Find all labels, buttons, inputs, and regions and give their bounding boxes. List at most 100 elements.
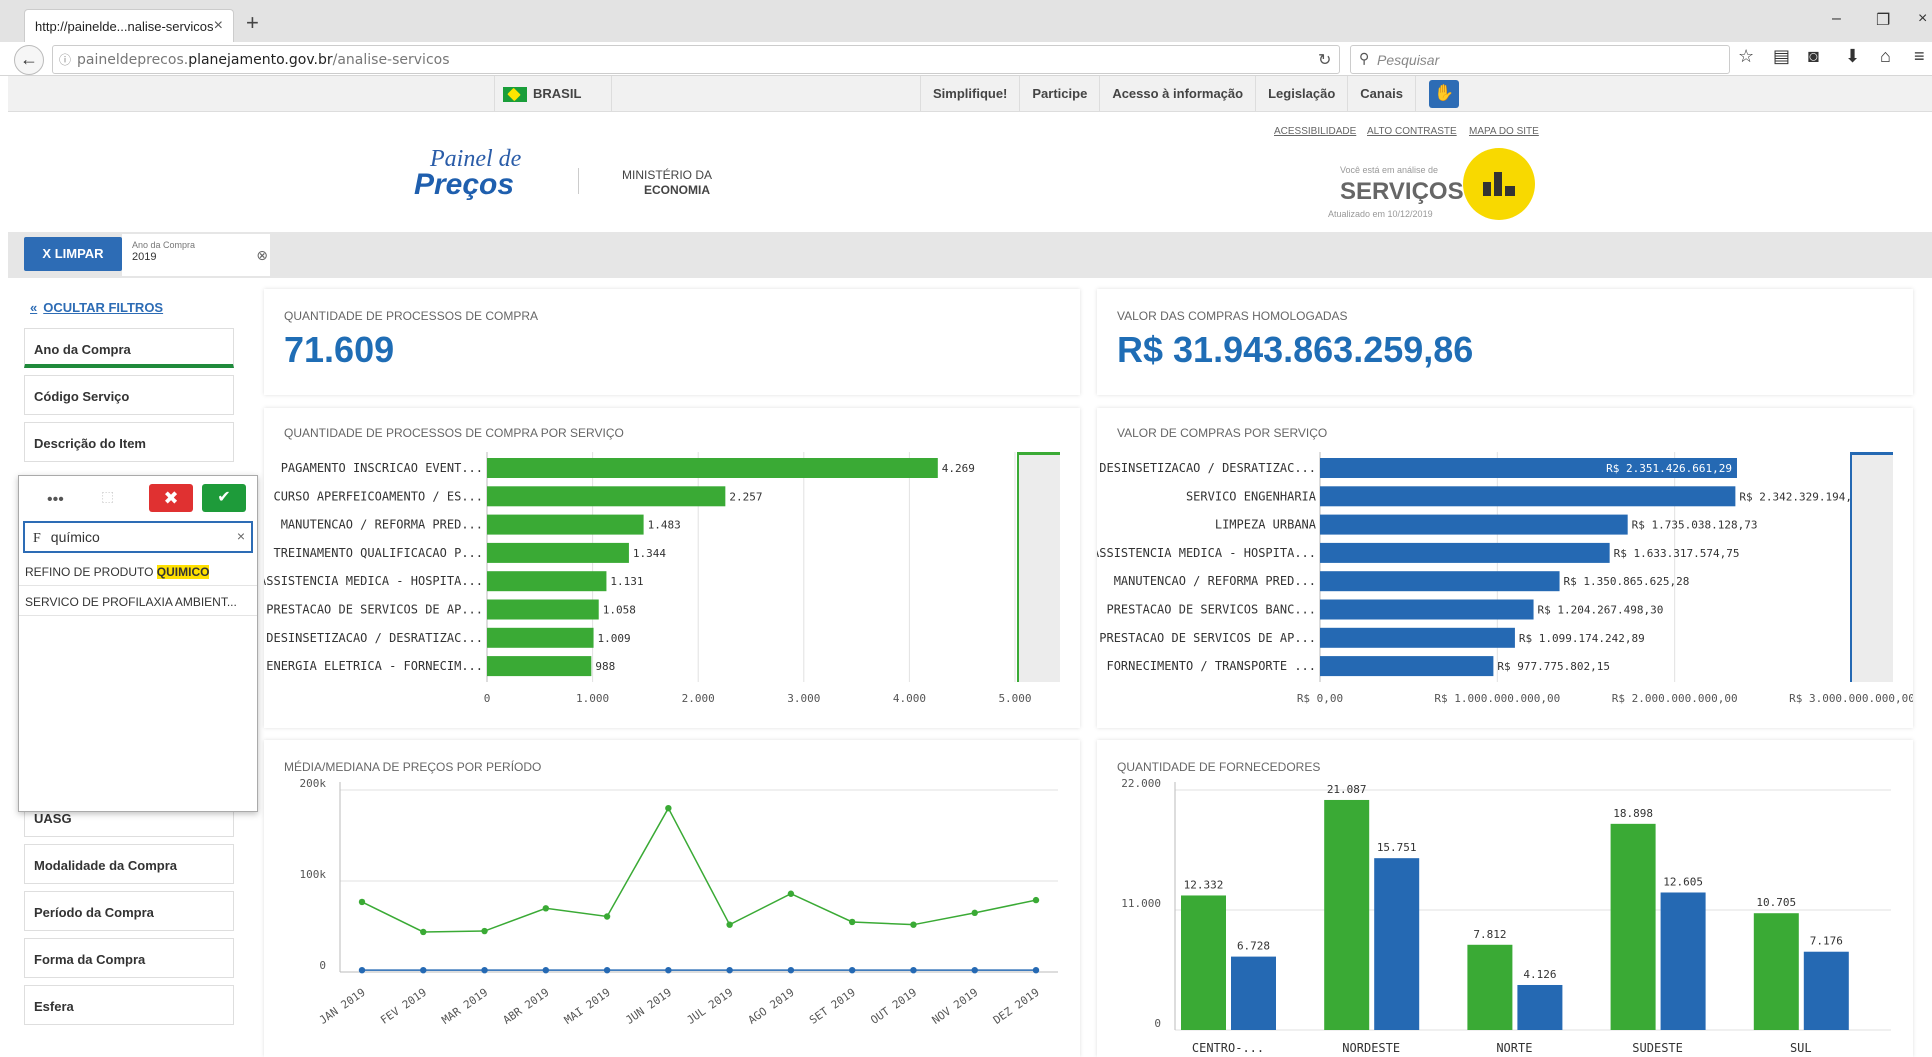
close-tab-icon[interactable]: × (214, 17, 223, 35)
category-label: MANUTENCAO / REFORMA PRED... (1114, 574, 1316, 588)
series-line (361, 806, 1037, 933)
list-item-text: REFINO DE PRODUTO (25, 565, 157, 579)
data-point (420, 966, 427, 974)
x-tick-label: CENTRO-... (1192, 1041, 1264, 1055)
filter-periodo[interactable]: Período da Compra (24, 891, 234, 931)
high-contrast-link[interactable]: ALTO CONTRASTE (1367, 126, 1457, 137)
brasil-link[interactable]: BRASIL (494, 76, 612, 112)
bar (487, 458, 938, 478)
sitemap-link[interactable]: MAPA DO SITE (1469, 126, 1539, 137)
gov-link-canais[interactable]: Canais (1347, 76, 1416, 112)
x-tick-label: ABR 2019 (501, 986, 552, 1027)
filter-descricao-item[interactable]: Descrição do Item (24, 422, 234, 462)
bar (1320, 542, 1610, 563)
back-arrow-icon[interactable]: ← (14, 45, 44, 75)
hide-filters-link[interactable]: « OCULTAR FILTROS (30, 300, 163, 315)
kpi-value-card[interactable]: VALOR DAS COMPRAS HOMOLOGADAS R$ 31.943.… (1097, 289, 1913, 395)
kpi-value-value: R$ 31.943.863.259,86 (1117, 329, 1474, 370)
gov-accessibility-icon[interactable]: ✋ (1429, 80, 1459, 108)
cancel-selection-button[interactable]: ✖ (149, 484, 193, 512)
data-point (910, 921, 917, 928)
data-point (848, 918, 856, 926)
gov-link-participe[interactable]: Participe (1019, 76, 1099, 112)
chart-card-processes-by-service[interactable]: QUANTIDADE DE PROCESSOS DE COMPRA POR SE… (264, 408, 1080, 728)
reading-list-icon[interactable]: ▤ (1773, 46, 1790, 67)
bar (487, 599, 599, 620)
y-tick-label: 0 (319, 959, 326, 972)
bookmark-star-icon[interactable]: ☆ (1738, 46, 1754, 67)
chart-card-value-by-service[interactable]: VALOR DE COMPRAS POR SERVIÇO R$ 0,00 R$ 1… (1097, 408, 1913, 728)
data-label: 1.131 (610, 575, 643, 588)
data-point (971, 966, 978, 974)
clear-search-icon[interactable]: × (237, 528, 245, 544)
download-icon[interactable]: ⬇ (1845, 46, 1860, 67)
clear-filters-button[interactable]: X LIMPAR (24, 237, 122, 271)
selection-bar: X LIMPAR Ano da Compra 2019 ⊗ (8, 232, 1932, 278)
bar (487, 627, 594, 648)
browser-search-input[interactable]: ⚲ Pesquisar (1350, 45, 1730, 74)
bar-chart-suppliers[interactable]: 0 11.000 22.000 12.332 6.728 CENTRO-... 21.087… (1097, 740, 1913, 1057)
data-point (481, 927, 488, 935)
x-tick-label: SET 2019 (807, 986, 858, 1027)
scroll-overview (1851, 452, 1893, 682)
filter-modalidade[interactable]: Modalidade da Compra (24, 844, 234, 884)
accessibility-link[interactable]: ACESSIBILIDADE (1274, 126, 1356, 137)
filter-codigo-servico[interactable]: Código Serviço (24, 375, 234, 415)
minimize-icon[interactable]: – (1832, 10, 1841, 28)
listbox-search-input[interactable]: Fquímico × (23, 521, 253, 553)
line-chart-prices[interactable]: 0 100k 200k JAN 2019 FEV 2019 MAR 2019 ABR 201… (264, 740, 1080, 1057)
bar-chart-values[interactable]: R$ 0,00 R$ 1.000.000.000,00 R$ 2.000.000.0… (1097, 408, 1913, 728)
x-tick-label: MAI 2019 (562, 986, 613, 1027)
data-label: 15.751 (1377, 841, 1417, 854)
info-icon[interactable]: ⓘ (59, 51, 71, 68)
remove-filter-icon[interactable]: ⊗ (256, 247, 268, 264)
gov-link-legislacao[interactable]: Legislação (1255, 76, 1347, 112)
browser-tab-bar: http://painelde...nalise-servicos × + – … (0, 0, 1932, 43)
chart-card-suppliers[interactable]: QUANTIDADE DE FORNECEDORES 0 11.000 22.000… (1097, 740, 1913, 1057)
selection-tool-icon: ⬚ (101, 488, 115, 504)
gov-bar: BRASIL Simplifique! Participe Acesso à i… (8, 76, 1932, 112)
menu-icon[interactable]: ≡ (1914, 46, 1925, 67)
data-point (1032, 966, 1040, 974)
bar (1610, 823, 1656, 1030)
category-label: ENERGIA ELETRICA - FORNECIM... (266, 659, 483, 673)
more-options-icon[interactable]: ••• (47, 491, 64, 509)
gov-link-acesso[interactable]: Acesso à informação (1099, 76, 1255, 112)
gov-link-simplifique[interactable]: Simplifique! (920, 76, 1019, 112)
filter-ano-da-compra[interactable]: Ano da Compra (24, 328, 234, 368)
kpi-processes-card[interactable]: QUANTIDADE DE PROCESSOS DE COMPRA 71.609 (264, 289, 1080, 395)
x-tick-label: 4.000 (893, 692, 926, 705)
x-tick-label: R$ 3.000.000.000,00 (1789, 692, 1913, 705)
scroll-overview (1018, 452, 1060, 682)
filter-listbox-popup: ••• ⬚ ✖ ✔ Fquímico × REFINO DE PRODUTO Q… (18, 475, 258, 812)
reload-icon[interactable]: ↻ (1318, 50, 1331, 70)
x-tick-label: MAR 2019 (439, 986, 490, 1027)
address-bar[interactable]: ⓘ paineldeprecos.planejamento.gov.br/ana… (52, 45, 1340, 74)
data-point (603, 966, 611, 974)
filter-esfera[interactable]: Esfera (24, 985, 234, 1025)
close-window-icon[interactable]: × (1918, 10, 1927, 28)
bar-chart-processes[interactable]: 0 1.000 2.000 3.000 4.000 5.000 PAGAMENTO INSC… (264, 408, 1080, 728)
filter-forma[interactable]: Forma da Compra (24, 938, 234, 978)
bar-chart-icon (1463, 148, 1535, 220)
home-icon[interactable]: ⌂ (1880, 46, 1891, 67)
list-item[interactable]: SERVICO DE PROFILAXIA AMBIENT... (19, 586, 257, 616)
restore-icon[interactable]: ❐ (1876, 10, 1890, 30)
browser-tab[interactable]: http://painelde...nalise-servicos × (24, 9, 234, 43)
confirm-selection-button[interactable]: ✔ (202, 484, 246, 512)
filter-chip[interactable]: Ano da Compra 2019 ⊗ (122, 234, 270, 276)
data-label: 7.812 (1473, 928, 1506, 941)
new-tab-icon[interactable]: + (246, 10, 259, 36)
kpi-value-label: VALOR DAS COMPRAS HOMOLOGADAS (1117, 309, 1348, 323)
bar (1320, 514, 1628, 535)
chart-card-price-by-period[interactable]: MÉDIA/MEDIANA DE PREÇOS POR PERÍODO 0 100… (264, 740, 1080, 1057)
x-tick-label: 2.000 (682, 692, 715, 705)
list-item[interactable]: REFINO DE PRODUTO QUIMICO (19, 556, 257, 586)
data-label: R$ 1.204.267.498,30 (1538, 604, 1664, 617)
search-icon: ⚲ (1359, 50, 1370, 66)
x-tick-label: R$ 1.000.000.000,00 (1434, 692, 1560, 705)
filter-chip-value: 2019 (132, 251, 157, 263)
brazil-flag-icon (503, 87, 527, 102)
bar (1803, 951, 1849, 1030)
pocket-icon[interactable]: ◙ (1808, 46, 1819, 67)
